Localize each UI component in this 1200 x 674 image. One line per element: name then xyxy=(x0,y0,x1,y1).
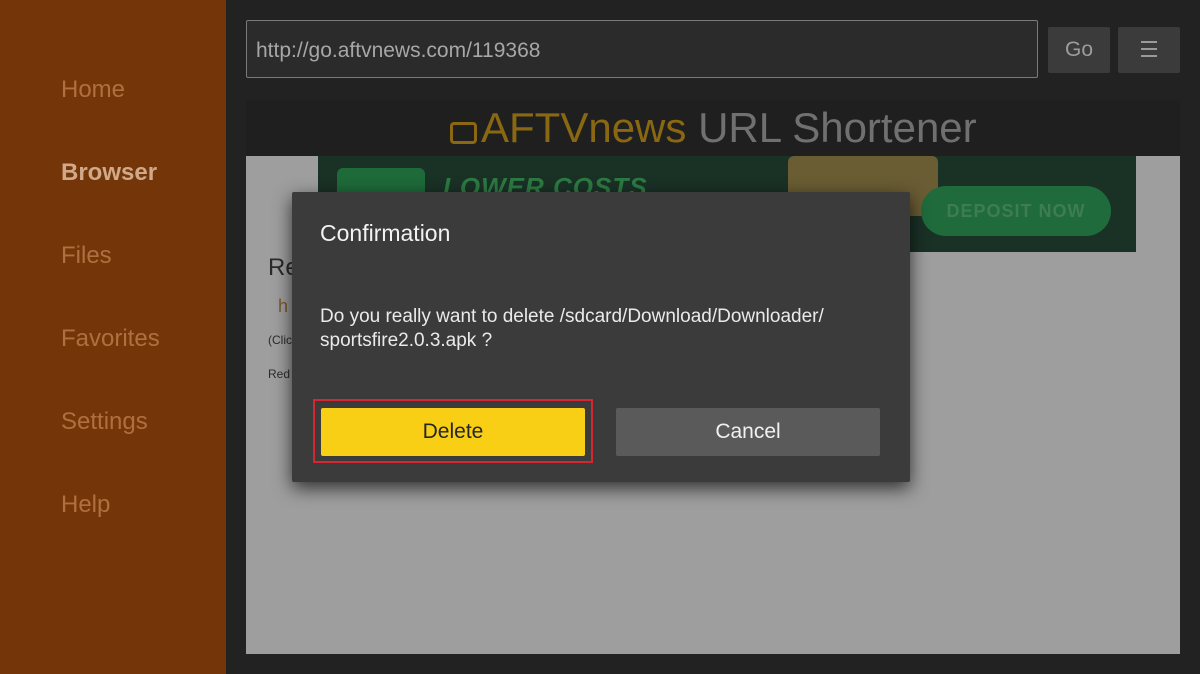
sidebar-item-home[interactable]: Home xyxy=(61,76,125,104)
menu-button[interactable] xyxy=(1118,27,1180,73)
web-header: AFTVnews URL Shortener xyxy=(246,100,1180,156)
sidebar-item-favorites[interactable]: Favorites xyxy=(61,325,160,353)
hamburger-icon xyxy=(1141,41,1157,59)
cancel-button[interactable]: Cancel xyxy=(616,408,880,456)
sidebar-item-files[interactable]: Files xyxy=(61,242,112,270)
dialog-title: Confirmation xyxy=(320,220,451,246)
url-input[interactable]: http://go.aftvnews.com/119368 xyxy=(246,20,1038,78)
sidebar: Home Browser Files Favorites Settings He… xyxy=(0,0,226,674)
dialog-message: Do you really want to delete /sdcard/Dow… xyxy=(320,306,824,351)
web-title: AFTVnews URL Shortener xyxy=(450,104,977,152)
brand-name: AFTVnews xyxy=(481,104,687,151)
sidebar-item-help[interactable]: Help xyxy=(61,491,110,519)
sidebar-item-browser[interactable]: Browser xyxy=(61,159,157,187)
page-note-fragment: (Clic xyxy=(268,333,292,347)
sidebar-item-settings[interactable]: Settings xyxy=(61,408,148,436)
url-text: http://go.aftvnews.com/119368 xyxy=(256,39,541,62)
confirmation-dialog: Confirmation Do you really want to delet… xyxy=(292,192,910,482)
delete-button[interactable]: Delete xyxy=(321,408,585,456)
go-button[interactable]: Go xyxy=(1048,27,1110,73)
deposit-now-button[interactable]: DEPOSIT NOW xyxy=(921,186,1111,236)
title-rest: URL Shortener xyxy=(698,104,977,151)
tv-icon xyxy=(450,122,477,144)
page-link-fragment[interactable]: h xyxy=(278,296,288,317)
page-redirect-fragment: Red xyxy=(268,367,291,381)
